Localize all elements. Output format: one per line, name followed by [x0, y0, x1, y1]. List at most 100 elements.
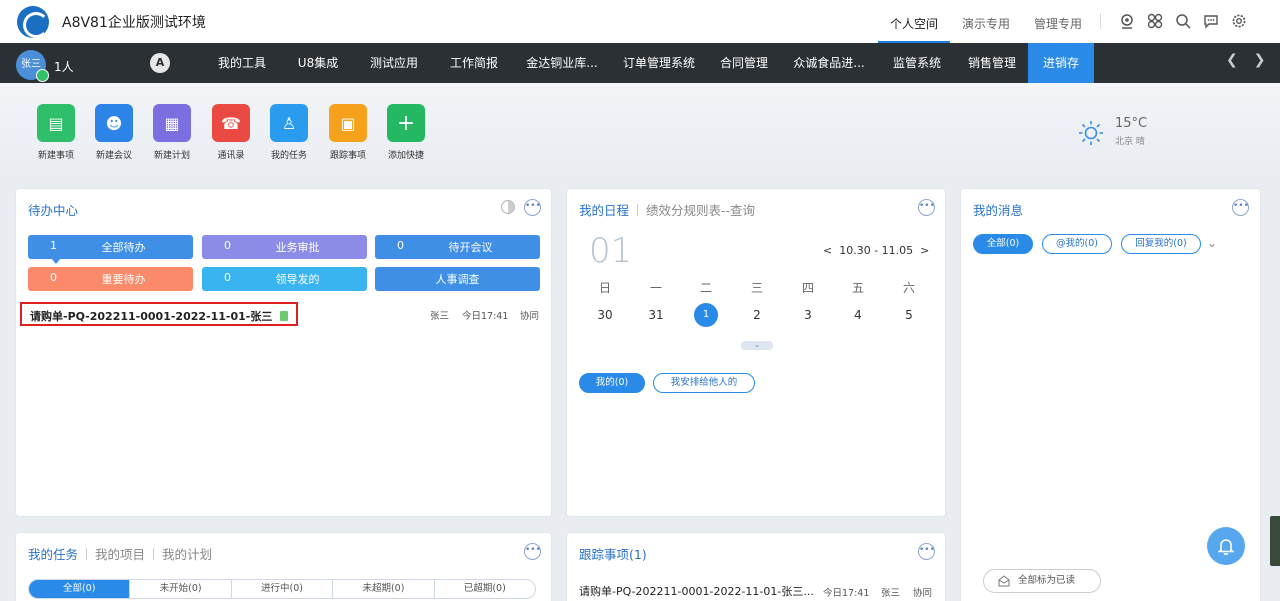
meeting-icon[interactable]: ☻	[95, 104, 133, 142]
todo-all-button[interactable]: 1 全部待办	[28, 235, 193, 259]
weather-temperature: 15°C	[1115, 116, 1148, 131]
todo-item-title[interactable]: 请购单-PQ-202211-0001-2022-11-01-张三	[20, 302, 299, 326]
mark-all-read-label: 全部标为已读	[1018, 575, 1076, 586]
document-icon	[280, 311, 289, 321]
active-pointer	[51, 258, 61, 264]
todo-meeting-button[interactable]: 0 待开会议	[375, 235, 540, 259]
more-options-icon[interactable]: •••	[524, 543, 541, 560]
schedule-assigned-pill[interactable]: 我安排给他人的	[653, 373, 755, 393]
nav-item-my-tools[interactable]: 我的工具	[202, 43, 282, 83]
todo-item-row[interactable]: 请购单-PQ-202211-0001-2022-11-01-张三 张三 今日17…	[20, 302, 550, 326]
track-icon[interactable]: ▣	[329, 104, 367, 142]
top-icon-group	[1118, 12, 1248, 30]
task-filter-all[interactable]: 全部(0)	[29, 580, 131, 598]
webcam-icon[interactable]	[1118, 12, 1136, 30]
more-options-icon[interactable]: •••	[1232, 199, 1249, 216]
tab-my-projects[interactable]: 我的项目	[95, 547, 145, 562]
quick-action-my-tasks[interactable]: ♙ 我的任务	[261, 104, 317, 161]
nav-item-orders[interactable]: 订单管理系统	[610, 43, 708, 83]
weekday-label: 日	[598, 281, 611, 295]
todo-label: 人事调查	[435, 273, 480, 286]
quick-action-new-meeting[interactable]: ☻ 新建会议	[86, 104, 142, 161]
messages-reply-pill[interactable]: 回复我的(0)	[1121, 234, 1201, 254]
nav-item-contracts[interactable]: 合同管理	[708, 43, 780, 83]
theme-toggle-icon[interactable]	[500, 199, 516, 215]
search-icon[interactable]	[1174, 12, 1192, 30]
calendar-day[interactable]: 4	[846, 303, 870, 327]
calendar-day[interactable]: 3	[796, 303, 820, 327]
quick-action-label: 新建计划	[153, 151, 190, 161]
nav-item-jinda[interactable]: 金达铜业库...	[514, 43, 610, 83]
tab-performance-rules[interactable]: 绩效分规则表--查询	[646, 203, 755, 218]
todo-hr-survey-button[interactable]: 人事调查	[375, 267, 540, 291]
next-week-icon[interactable]: >	[920, 244, 929, 257]
nav-item-test-app[interactable]: 测试应用	[354, 43, 434, 83]
app-logo	[17, 6, 49, 38]
space-tabs: 个人空间 演示专用 管理专用	[878, 0, 1094, 43]
top-bar: A8V81企业版测试环境 个人空间 演示专用 管理专用	[0, 0, 1280, 43]
avatar[interactable]: 张三	[16, 50, 49, 82]
todo-important-button[interactable]: 0 重要待办	[28, 267, 193, 291]
tracking-item-title[interactable]: 请购单-PQ-202211-0001-2022-11-01-张三...	[579, 583, 814, 599]
quick-action-new-plan[interactable]: ▦ 新建计划	[144, 104, 200, 161]
nav-item-zhongcheng[interactable]: 众诚食品进...	[780, 43, 878, 83]
calendar-day[interactable]: 5	[897, 303, 921, 327]
calendar-day[interactable]: 2	[745, 303, 769, 327]
mark-all-read-button[interactable]: 全部标为已读	[983, 569, 1101, 593]
weekday-label: 五	[851, 281, 864, 295]
tracking-item-row[interactable]: 请购单-PQ-202211-0001-2022-11-01-张三... 今日17…	[579, 583, 939, 601]
chevron-down-icon[interactable]: ⌄	[1207, 236, 1221, 250]
task-filter-not-started[interactable]: 未开始(0)	[130, 580, 232, 598]
apps-grid-icon[interactable]	[1146, 12, 1164, 30]
messages-all-pill[interactable]: 全部(0)	[973, 234, 1033, 254]
schedule-mine-pill[interactable]: 我的(0)	[579, 373, 645, 393]
calendar-day-today[interactable]: 1	[694, 303, 718, 327]
quick-action-new-matter[interactable]: ▤ 新建事项	[28, 104, 84, 161]
nav-item-u8[interactable]: U8集成	[282, 43, 354, 83]
more-options-icon[interactable]: •••	[918, 543, 935, 560]
tab-admin[interactable]: 管理专用	[1022, 0, 1094, 43]
tab-personal-space[interactable]: 个人空间	[878, 0, 951, 43]
chevron-left-icon[interactable]: ❮	[1226, 52, 1238, 68]
tab-my-tasks[interactable]: 我的任务	[28, 547, 78, 562]
tasks-panel: 我的任务 我的项目 我的计划 ••• 全部(0) 未开始(0) 进行中(0) 未超期…	[15, 532, 552, 601]
task-icon[interactable]: ♙	[270, 104, 308, 142]
task-filter-not-overdue[interactable]: 未超期(0)	[333, 580, 435, 598]
nav-item-supervision[interactable]: 监管系统	[878, 43, 956, 83]
nav-item-inventory[interactable]: 进销存	[1028, 43, 1094, 83]
nav-item-work-brief[interactable]: 工作简报	[434, 43, 514, 83]
calendar-day[interactable]: 30	[593, 303, 617, 327]
chat-icon[interactable]	[1202, 12, 1220, 30]
contacts-icon[interactable]: ☎	[212, 104, 250, 142]
todo-leader-button[interactable]: 0 领导发的	[202, 267, 367, 291]
task-filter-in-progress[interactable]: 进行中(0)	[232, 580, 334, 598]
plan-icon[interactable]: ▦	[153, 104, 191, 142]
gear-icon[interactable]	[1230, 12, 1248, 30]
task-filter-overdue[interactable]: 已超期(0)	[435, 580, 535, 598]
weekday-label: 一	[649, 281, 662, 295]
add-icon[interactable]: +	[387, 104, 425, 142]
side-drawer-handle[interactable]	[1270, 516, 1280, 566]
prev-week-icon[interactable]: <	[823, 244, 832, 257]
quick-action-track[interactable]: ▣ 跟踪事项	[320, 104, 376, 161]
quick-action-contacts[interactable]: ☎ 通讯录	[203, 104, 259, 161]
tab-my-schedule[interactable]: 我的日程	[579, 203, 629, 218]
more-options-icon[interactable]: •••	[918, 199, 935, 216]
quick-action-label: 我的任务	[270, 151, 307, 161]
quick-action-label: 新建会议	[95, 151, 132, 161]
nav-item-sales[interactable]: 销售管理	[956, 43, 1028, 83]
tab-demo[interactable]: 演示专用	[950, 0, 1022, 43]
online-user-count[interactable]: 1人	[54, 58, 74, 75]
tab-my-plans[interactable]: 我的计划	[162, 547, 212, 562]
current-day: 01	[589, 231, 633, 271]
todo-approval-button[interactable]: 0 业务审批	[202, 235, 367, 259]
notification-bell-icon[interactable]	[1207, 527, 1245, 565]
more-options-icon[interactable]: •••	[524, 199, 541, 216]
calendar-day[interactable]: 31	[644, 303, 668, 327]
quick-action-add[interactable]: + 添加快捷	[378, 104, 434, 161]
new-matter-icon[interactable]: ▤	[37, 104, 75, 142]
expand-calendar-icon[interactable]: ⌄	[741, 341, 773, 350]
nav-home-icon[interactable]: A	[150, 53, 170, 73]
messages-mention-pill[interactable]: @我的(0)	[1042, 234, 1112, 254]
chevron-right-icon[interactable]: ❯	[1254, 52, 1266, 68]
